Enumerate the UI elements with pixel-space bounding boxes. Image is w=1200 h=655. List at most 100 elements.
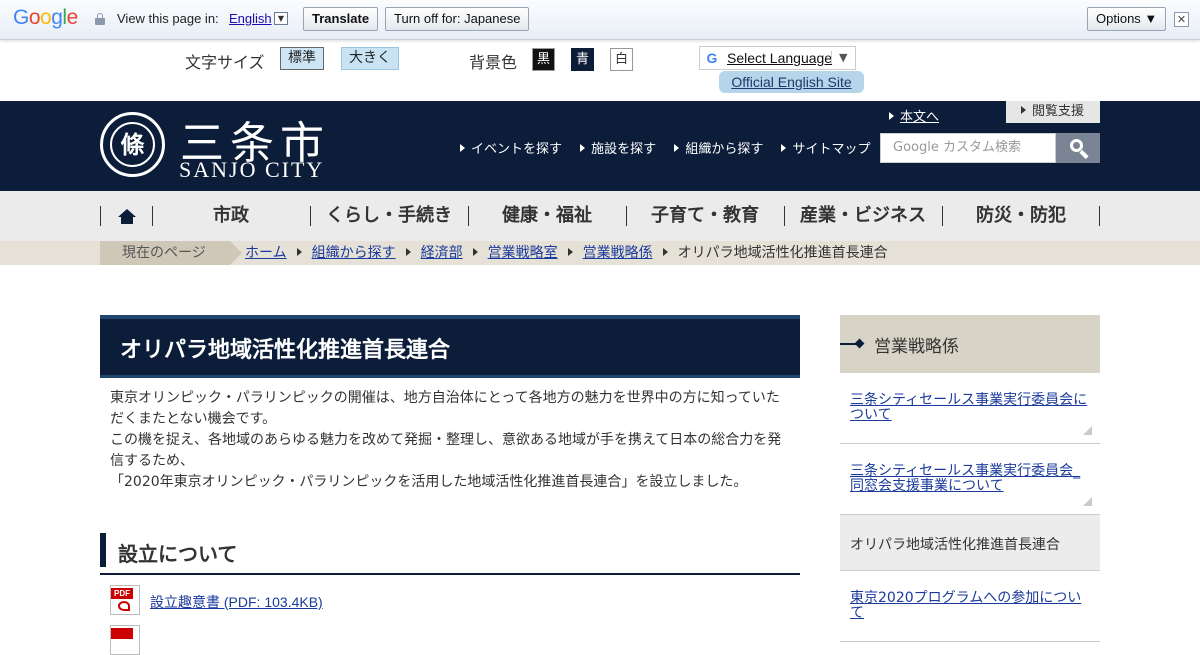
arrow-right-icon — [1021, 106, 1026, 114]
background-color-label: 背景色 — [469, 53, 518, 72]
nav-item-bosai[interactable]: 防災・防犯 — [942, 191, 1100, 241]
nav-divider — [1099, 206, 1100, 226]
side-nav-item[interactable]: 三条シティセールス事業実行委員会_同窓会支援事業について — [840, 444, 1100, 515]
breadcrumb-economy-dept[interactable]: 経済部 — [421, 245, 463, 261]
nav-item-sangyo[interactable]: 産業・ビジネス — [784, 191, 942, 241]
bg-white-button[interactable]: 白 — [610, 48, 633, 71]
intro-paragraph: 東京オリンピック・パラリンピックの開催は、地方自治体にとって各地方の魅力を世界中… — [110, 390, 780, 427]
skip-to-content[interactable]: 本文へ — [889, 106, 939, 125]
header-links: イベントを探す 施設を探す 組織から探す サイトマップ — [460, 138, 884, 157]
google-logo: Google — [13, 6, 78, 30]
arrow-right-icon — [460, 144, 465, 152]
official-english-site-link[interactable]: Official English Site — [719, 71, 864, 93]
language-dropdown-icon[interactable]: ▼ — [274, 12, 288, 25]
side-nav-heading: 営業戦略係 — [840, 315, 1100, 373]
breadcrumb-organization[interactable]: 組織から探す — [312, 245, 396, 261]
google-logo-letter: e — [66, 6, 79, 29]
font-size-large-button[interactable]: 大きく — [341, 47, 399, 70]
lock-icon — [95, 13, 105, 25]
corner-arrow-icon — [1083, 497, 1092, 506]
city-emblem-icon[interactable]: 條 — [100, 112, 165, 177]
arrow-right-icon — [889, 112, 894, 120]
bg-blue-button[interactable]: 青 — [571, 48, 594, 71]
font-size-label: 文字サイズ — [185, 53, 265, 72]
arrow-right-icon — [405, 248, 411, 256]
turn-off-button[interactable]: Turn off for: Japanese — [385, 7, 530, 31]
event-search-label[interactable]: イベントを探す — [471, 142, 562, 157]
google-g-icon: G — [706, 50, 718, 66]
bg-black-button[interactable]: 黒 — [532, 48, 555, 71]
breadcrumb-trail: ホーム 組織から探す 経済部 営業戦略室 営業戦略係 オリパラ地域活性化推進首長連合 — [245, 241, 888, 265]
side-nav-item[interactable]: 東京2020プログラムへの参加について — [840, 571, 1100, 642]
arrow-right-icon — [662, 248, 668, 256]
select-language-dropdown[interactable]: G Select Language ▼ — [699, 46, 856, 70]
diamond-icon — [854, 338, 865, 349]
skip-to-content-link[interactable]: 本文へ — [900, 110, 939, 125]
reading-support-label: 閲覧支援 — [1032, 104, 1085, 119]
side-nav-item[interactable]: 三条シティセールス事業実行委員会について — [840, 373, 1100, 444]
breadcrumb-sales-section[interactable]: 営業戦略係 — [583, 245, 653, 261]
arrow-right-icon — [580, 144, 586, 152]
organization-search-label[interactable]: 組織から探す — [685, 142, 763, 157]
page-title: オリパラ地域活性化推進首長連合 — [120, 338, 451, 363]
arrow-right-icon — [567, 248, 573, 256]
pdf-icon-label: PDF — [111, 588, 133, 599]
breadcrumb-sales-office[interactable]: 営業戦略室 — [488, 245, 558, 261]
side-nav-title: 営業戦略係 — [874, 337, 959, 357]
font-size-normal-button[interactable]: 標準 — [280, 47, 324, 70]
arrow-right-icon — [296, 248, 302, 256]
view-page-label: View this page in: — [117, 11, 219, 26]
google-translate-bar: Google View this page in: English ▼ Tran… — [0, 0, 1200, 40]
close-icon[interactable]: ✕ — [1174, 12, 1189, 27]
arrow-right-icon — [674, 144, 680, 152]
search-input[interactable]: Google カスタム検索 — [880, 133, 1056, 163]
accessibility-bar — [0, 40, 1200, 101]
facility-search-link[interactable]: 施設を探す — [580, 142, 656, 157]
nav-item-kurashi[interactable]: くらし・手続き — [310, 191, 468, 241]
sitemap-label[interactable]: サイトマップ — [792, 142, 870, 157]
site-header: 條 三条市 SANJO CITY 本文へ 閲覧支援 イベントを探す 施設を探す … — [0, 101, 1200, 191]
search-button[interactable] — [1056, 133, 1100, 163]
google-logo-letter: o — [40, 6, 52, 29]
heading-accent — [100, 533, 106, 567]
google-logo-letter: G — [13, 6, 29, 29]
translate-button[interactable]: Translate — [303, 7, 379, 31]
intro-text: 東京オリンピック・パラリンピックの開催は、地方自治体にとって各地方の魅力を世界中… — [110, 388, 790, 493]
nav-item-shisei[interactable]: 市政 — [152, 191, 310, 241]
intro-paragraph: この機を捉え、各地域のあらゆる魅力を改めて発掘・整理し、意欲ある地域が手を携えて… — [110, 432, 782, 469]
global-nav: 市政 くらし・手続き 健康・福祉 子育て・教育 産業・ビジネス 防災・防犯 — [0, 191, 1200, 241]
breadcrumb-current: オリパラ地域活性化推進首長連合 — [677, 245, 888, 261]
side-nav-link[interactable]: 東京2020プログラムへの参加について — [850, 591, 1090, 621]
intro-paragraph: 「2020年東京オリンピック・パラリンピックを活用した地域活性化推進首長連合」を… — [110, 474, 748, 490]
options-button[interactable]: Options ▼ — [1087, 7, 1167, 31]
home-icon[interactable] — [118, 209, 136, 224]
corner-arrow-icon — [1083, 426, 1092, 435]
google-logo-letter: g — [51, 6, 63, 29]
side-nav-link[interactable]: 三条シティセールス事業実行委員会_同窓会支援事業について — [850, 464, 1090, 494]
reading-support-tab[interactable]: 閲覧支援 — [1006, 101, 1100, 123]
event-search-link[interactable]: イベントを探す — [460, 142, 562, 157]
google-logo-letter: o — [28, 6, 41, 29]
language-link[interactable]: English — [229, 11, 272, 26]
page-title-box: オリパラ地域活性化推進首長連合 — [100, 315, 800, 378]
facility-search-label[interactable]: 施設を探す — [591, 142, 656, 157]
nav-item-kenko[interactable]: 健康・福祉 — [468, 191, 626, 241]
sitemap-link[interactable]: サイトマップ — [781, 142, 870, 157]
chevron-down-icon[interactable]: ▼ — [831, 51, 847, 64]
organization-search-link[interactable]: 組織から探す — [674, 142, 763, 157]
section-heading: 設立について — [100, 533, 800, 575]
nav-divider — [100, 206, 101, 226]
breadcrumb-current-label: 現在のページ — [100, 241, 242, 265]
site-logo-en[interactable]: SANJO CITY — [179, 157, 324, 183]
pdf-icon: PDF — [110, 585, 140, 615]
side-nav-link[interactable]: 三条シティセールス事業実行委員会について — [850, 393, 1090, 423]
section-title: 設立について — [118, 542, 238, 566]
arrow-right-icon — [472, 248, 478, 256]
side-nav-item-current: オリパラ地域活性化推進首長連合 — [840, 515, 1100, 571]
pdf-download-link[interactable]: 設立趣意書 (PDF: 103.4KB) — [150, 592, 323, 612]
breadcrumb-home[interactable]: ホーム — [245, 245, 287, 261]
nav-item-kosodate[interactable]: 子育て・教育 — [626, 191, 784, 241]
emblem-glyph: 條 — [110, 122, 155, 167]
side-nav-current-label: オリパラ地域活性化推進首長連合 — [850, 537, 1060, 553]
select-language-label[interactable]: Select Language — [727, 50, 832, 66]
